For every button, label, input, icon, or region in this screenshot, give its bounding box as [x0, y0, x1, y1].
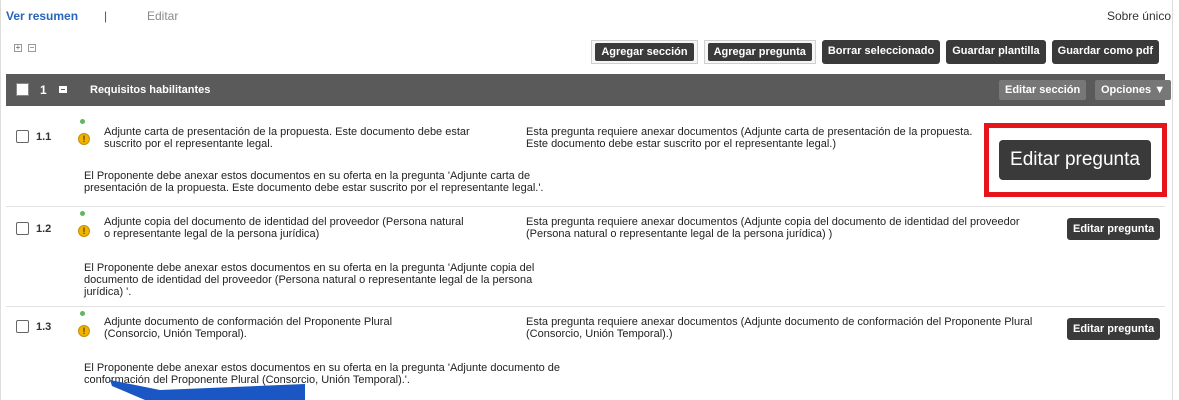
- section-header: 1 Requisitos habilitantes Editar sección…: [6, 74, 1172, 106]
- question-checkbox[interactable]: [16, 222, 29, 235]
- page-border-left: [0, 0, 1, 400]
- add-question-button[interactable]: Agregar pregunta: [703, 40, 816, 64]
- top-nav: Ver resumen | Editar Sobre único: [0, 0, 1179, 30]
- question-text: Adjunte carta de presentación de la prop…: [104, 126, 470, 150]
- options-label: Opciones: [1101, 84, 1152, 96]
- collapse-section-icon[interactable]: [59, 86, 67, 93]
- question-description: Esta pregunta requiere anexar documentos…: [526, 126, 973, 150]
- row-divider: [6, 206, 1165, 207]
- add-question-label: Agregar pregunta: [707, 43, 812, 61]
- page-border-right: [1172, 0, 1173, 400]
- question-description: Esta pregunta requiere anexar documentos…: [526, 316, 1033, 340]
- toolbar: Agregar sección Agregar pregunta Borrar …: [591, 40, 1159, 64]
- warning-icon: !: [78, 325, 90, 337]
- envelope-label: Sobre único: [1106, 9, 1171, 23]
- warning-icon: !: [78, 225, 90, 237]
- section-number: 1: [40, 83, 47, 97]
- question-checkbox[interactable]: [16, 130, 29, 143]
- question-description: Esta pregunta requiere anexar documentos…: [526, 216, 1020, 240]
- expand-all-icon[interactable]: +: [14, 44, 22, 52]
- expand-collapse-controls: + −: [14, 44, 36, 52]
- save-template-button[interactable]: Guardar plantilla: [946, 40, 1046, 64]
- question-text: Adjunte copia del documento de identidad…: [104, 216, 464, 240]
- section-title: Requisitos habilitantes: [90, 84, 211, 96]
- caret-down-icon: ▼: [1154, 84, 1166, 96]
- save-pdf-button[interactable]: Guardar como pdf: [1051, 40, 1159, 64]
- edit-section-button[interactable]: Editar sección: [999, 80, 1087, 100]
- status-dot-icon: [80, 211, 85, 216]
- edit-question-button[interactable]: Editar pregunta: [1067, 318, 1161, 340]
- question-number: 1.1: [36, 131, 52, 143]
- annotation-arrow-icon: [110, 380, 305, 400]
- add-section-label: Agregar sección: [595, 43, 694, 61]
- nav-separator: |: [104, 9, 108, 23]
- status-dot-icon: [80, 311, 85, 316]
- delete-selected-button[interactable]: Borrar seleccionado: [821, 40, 941, 64]
- status-dot-icon: [80, 119, 85, 124]
- options-button[interactable]: Opciones ▼: [1095, 80, 1172, 100]
- edit-question-button[interactable]: Editar pregunta: [1067, 218, 1161, 240]
- edit-question-button[interactable]: Editar pregunta: [999, 140, 1151, 180]
- add-section-button[interactable]: Agregar sección: [591, 40, 698, 64]
- warning-icon: !: [78, 133, 90, 145]
- question-note: El Proponente debe anexar estos document…: [84, 262, 535, 298]
- question-number: 1.2: [36, 223, 52, 235]
- question-text: Adjunte documento de conformación del Pr…: [104, 316, 393, 340]
- question-note: El Proponente debe anexar estos document…: [84, 170, 544, 194]
- view-summary-link[interactable]: Ver resumen: [6, 9, 78, 23]
- question-number: 1.3: [36, 321, 52, 333]
- question-checkbox[interactable]: [16, 320, 29, 333]
- collapse-all-icon[interactable]: −: [28, 44, 36, 52]
- edit-link[interactable]: Editar: [147, 9, 178, 23]
- row-divider: [6, 306, 1165, 307]
- section-checkbox[interactable]: [16, 83, 29, 96]
- highlight-callout: Editar pregunta: [984, 123, 1167, 197]
